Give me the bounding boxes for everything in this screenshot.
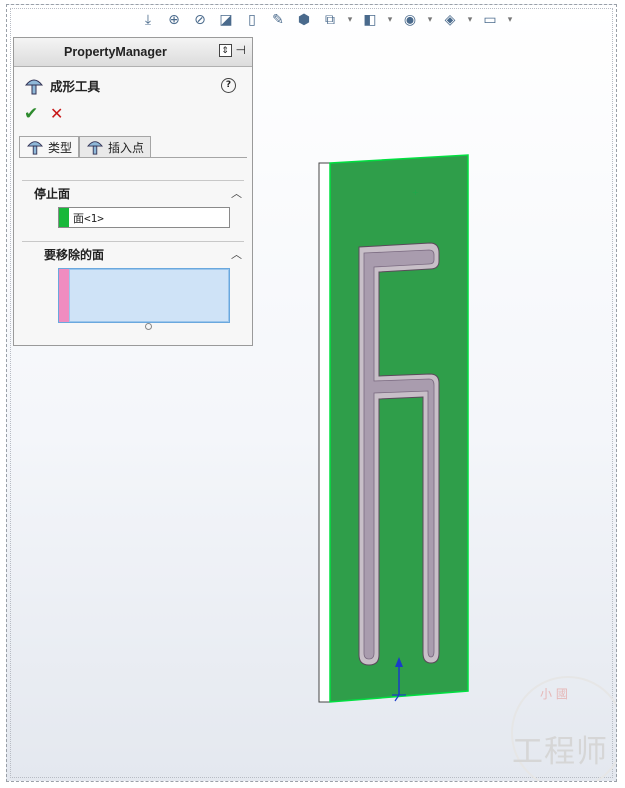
stop-face-label: 停止面 — [34, 187, 71, 201]
tab-type[interactable]: 类型 — [19, 136, 80, 157]
insertion-point-icon — [86, 141, 104, 155]
faces-to-remove-value — [70, 269, 78, 286]
property-manager-title: PropertyManager — [64, 45, 167, 59]
stop-face-color-swatch — [59, 208, 69, 227]
forming-tool-icon — [26, 141, 44, 155]
faces-to-remove-label: 要移除的面 — [44, 248, 105, 262]
faces-to-remove-list[interactable] — [69, 269, 229, 322]
collapse-panel-icon[interactable]: ⇕ — [218, 44, 232, 57]
collapse-chevron-icon[interactable]: ︿ — [231, 246, 242, 262]
tool-name: 成形工具 — [50, 79, 101, 94]
tab-type-label: 类型 — [48, 140, 73, 155]
plate-front-face[interactable] — [329, 154, 469, 703]
help-icon[interactable]: ? — [221, 78, 236, 93]
cancel-button[interactable]: ✕ — [50, 104, 63, 123]
stop-face-group[interactable]: 停止面 ︿ — [22, 180, 244, 201]
tab-insertion-point-label: 插入点 — [108, 140, 145, 155]
resize-grip-icon[interactable] — [145, 323, 152, 330]
faces-to-remove-group[interactable]: 要移除的面 ︿ — [22, 241, 244, 262]
tab-divider — [19, 157, 247, 158]
origin-mark-icon: + — [412, 188, 419, 197]
tab-insertion-point[interactable]: 插入点 — [79, 136, 152, 157]
stop-face-selected-item[interactable]: 面<1> — [69, 208, 108, 227]
forming-tool-icon — [24, 79, 44, 94]
property-manager-panel: PropertyManager ⇕ ⊣ 成形工具 ? ✔ ✕ 类型 插入点 停止… — [13, 37, 253, 346]
stop-face-selection-box[interactable]: 面<1> — [58, 207, 230, 228]
faces-to-remove-selection-box[interactable] — [58, 268, 230, 323]
watermark-sub-text: 小 國 — [540, 687, 568, 701]
watermark-logo: 小 國 工程师 — [506, 671, 616, 781]
tool-title-row: 成形工具 — [24, 76, 100, 95]
pin-icon[interactable]: ⊣ — [236, 44, 246, 57]
collapse-chevron-icon[interactable]: ︿ — [231, 185, 242, 201]
ok-button[interactable]: ✔ — [24, 104, 38, 124]
property-manager-header: PropertyManager ⇕ ⊣ — [14, 38, 252, 67]
watermark-main-text: 工程师 — [512, 734, 608, 770]
plate-side-face — [318, 162, 331, 703]
faces-to-remove-color-swatch — [59, 269, 69, 322]
tab-bar: 类型 插入点 — [19, 136, 152, 157]
